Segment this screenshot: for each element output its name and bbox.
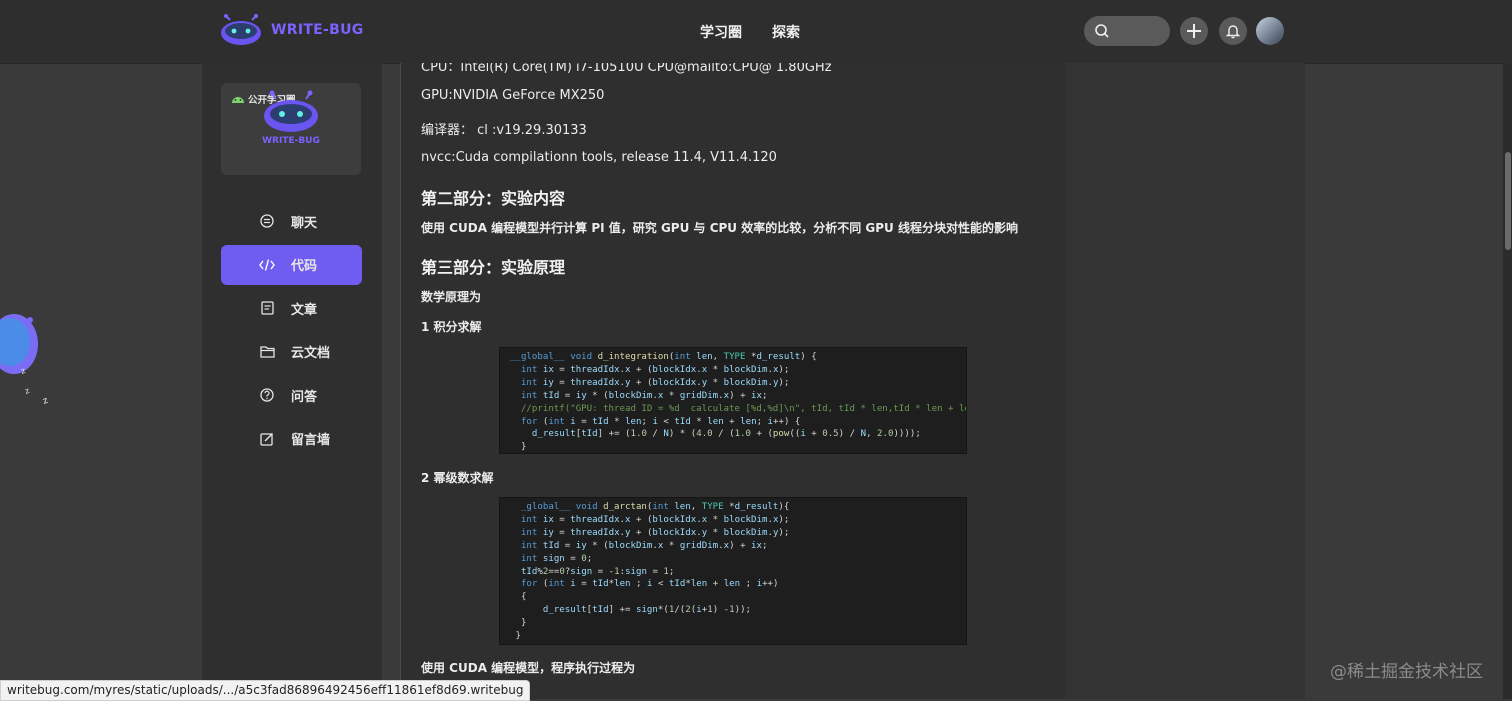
sidebar-item-label: 留言墙 — [291, 433, 331, 448]
series-label: 2 幂级数求解 — [421, 471, 494, 485]
notification-button[interactable] — [1219, 17, 1247, 45]
math-principle-label: 数学原理为 — [421, 290, 482, 304]
robot-logo-icon — [264, 90, 318, 132]
section2-text: 使用 CUDA 编程模型并行计算 PI 值，研究 GPU 与 CPU 效率的比较… — [421, 221, 1018, 235]
left-sidebar: 公开学习圈 WRITE-BUG 聊天 代码 文章 云文档 问答 留言墙 — [202, 63, 382, 699]
link-status-bar: writebug.com/myres/static/uploads/.../a5… — [0, 680, 531, 701]
site-logo[interactable]: WRITE-BUG — [220, 14, 364, 46]
sidebar-item-message-wall[interactable]: 留言墙 — [221, 419, 362, 459]
sidebar-menu: 聊天 代码 文章 云文档 问答 留言墙 — [221, 201, 362, 462]
question-icon — [259, 387, 275, 403]
svg-text:z: z — [42, 396, 50, 407]
section3-heading: 第三部分：实验原理 — [421, 258, 566, 277]
sidebar-item-cloud-docs[interactable]: 云文档 — [221, 332, 362, 372]
search-input[interactable] — [1084, 16, 1170, 46]
right-panel — [1065, 63, 1305, 699]
plus-icon — [1187, 24, 1201, 38]
edit-icon — [259, 431, 275, 447]
cuda-flow-label: 使用 CUDA 编程模型，程序执行过程为 — [421, 661, 636, 675]
learning-circle-card[interactable]: 公开学习圈 WRITE-BUG — [221, 83, 361, 175]
section2-heading: 第二部分：实验内容 — [421, 189, 566, 208]
robot-logo-icon — [221, 14, 261, 45]
svg-text:z: z — [24, 386, 31, 396]
scrollbar-thumb[interactable] — [1505, 152, 1511, 250]
android-icon — [232, 97, 244, 103]
code-icon — [259, 257, 275, 273]
floating-mascot-icon[interactable]: z z z — [0, 308, 60, 408]
chat-icon — [259, 213, 275, 229]
sidebar-item-chat[interactable]: 聊天 — [221, 201, 362, 241]
brand-name: WRITE-BUG — [271, 22, 364, 38]
sidebar-item-label: 文章 — [291, 302, 318, 318]
sidebar-item-qa[interactable]: 问答 — [221, 375, 362, 415]
compiler-info: 编译器： cl :v19.29.30133 — [421, 123, 587, 138]
circle-logo-text: WRITE-BUG — [262, 136, 320, 146]
add-button[interactable] — [1180, 17, 1208, 45]
nav-explore[interactable]: 探索 — [772, 22, 800, 42]
article-icon — [259, 300, 275, 316]
sidebar-item-code[interactable]: 代码 — [221, 244, 362, 285]
integral-label: 1 积分求解 — [421, 320, 482, 334]
gpu-info: GPU:NVIDIA GeForce MX250 — [421, 88, 605, 103]
bell-icon — [1226, 24, 1240, 38]
sidebar-item-label: 问答 — [291, 389, 318, 405]
sidebar-item-label: 聊天 — [291, 215, 318, 231]
sidebar-item-label: 代码 — [291, 259, 318, 274]
sidebar-item-article[interactable]: 文章 — [221, 288, 362, 328]
top-navbar: WRITE-BUG 学习圈 探索 — [0, 0, 1512, 64]
sidebar-item-label: 云文档 — [291, 346, 331, 361]
nav-learning-circle[interactable]: 学习圈 — [700, 22, 742, 42]
search-icon — [1095, 24, 1109, 38]
code-block-integration: __global__ void d_integration(int len, T… — [499, 347, 967, 454]
user-avatar[interactable] — [1256, 17, 1284, 45]
nvcc-info: nvcc:Cuda compilationn tools, release 11… — [421, 150, 777, 165]
code-block-arctan: _global__ void d_arctan(int len, TYPE *d… — [499, 497, 967, 645]
watermark-text: @稀土掘金技术社区 — [1330, 662, 1483, 682]
folder-icon — [259, 344, 275, 360]
cpu-info: CPU：Intel(R) Core(TM) i7-10510U CPU@mail… — [421, 63, 832, 75]
article-content: CPU：Intel(R) Core(TM) i7-10510U CPU@mail… — [400, 63, 1066, 699]
